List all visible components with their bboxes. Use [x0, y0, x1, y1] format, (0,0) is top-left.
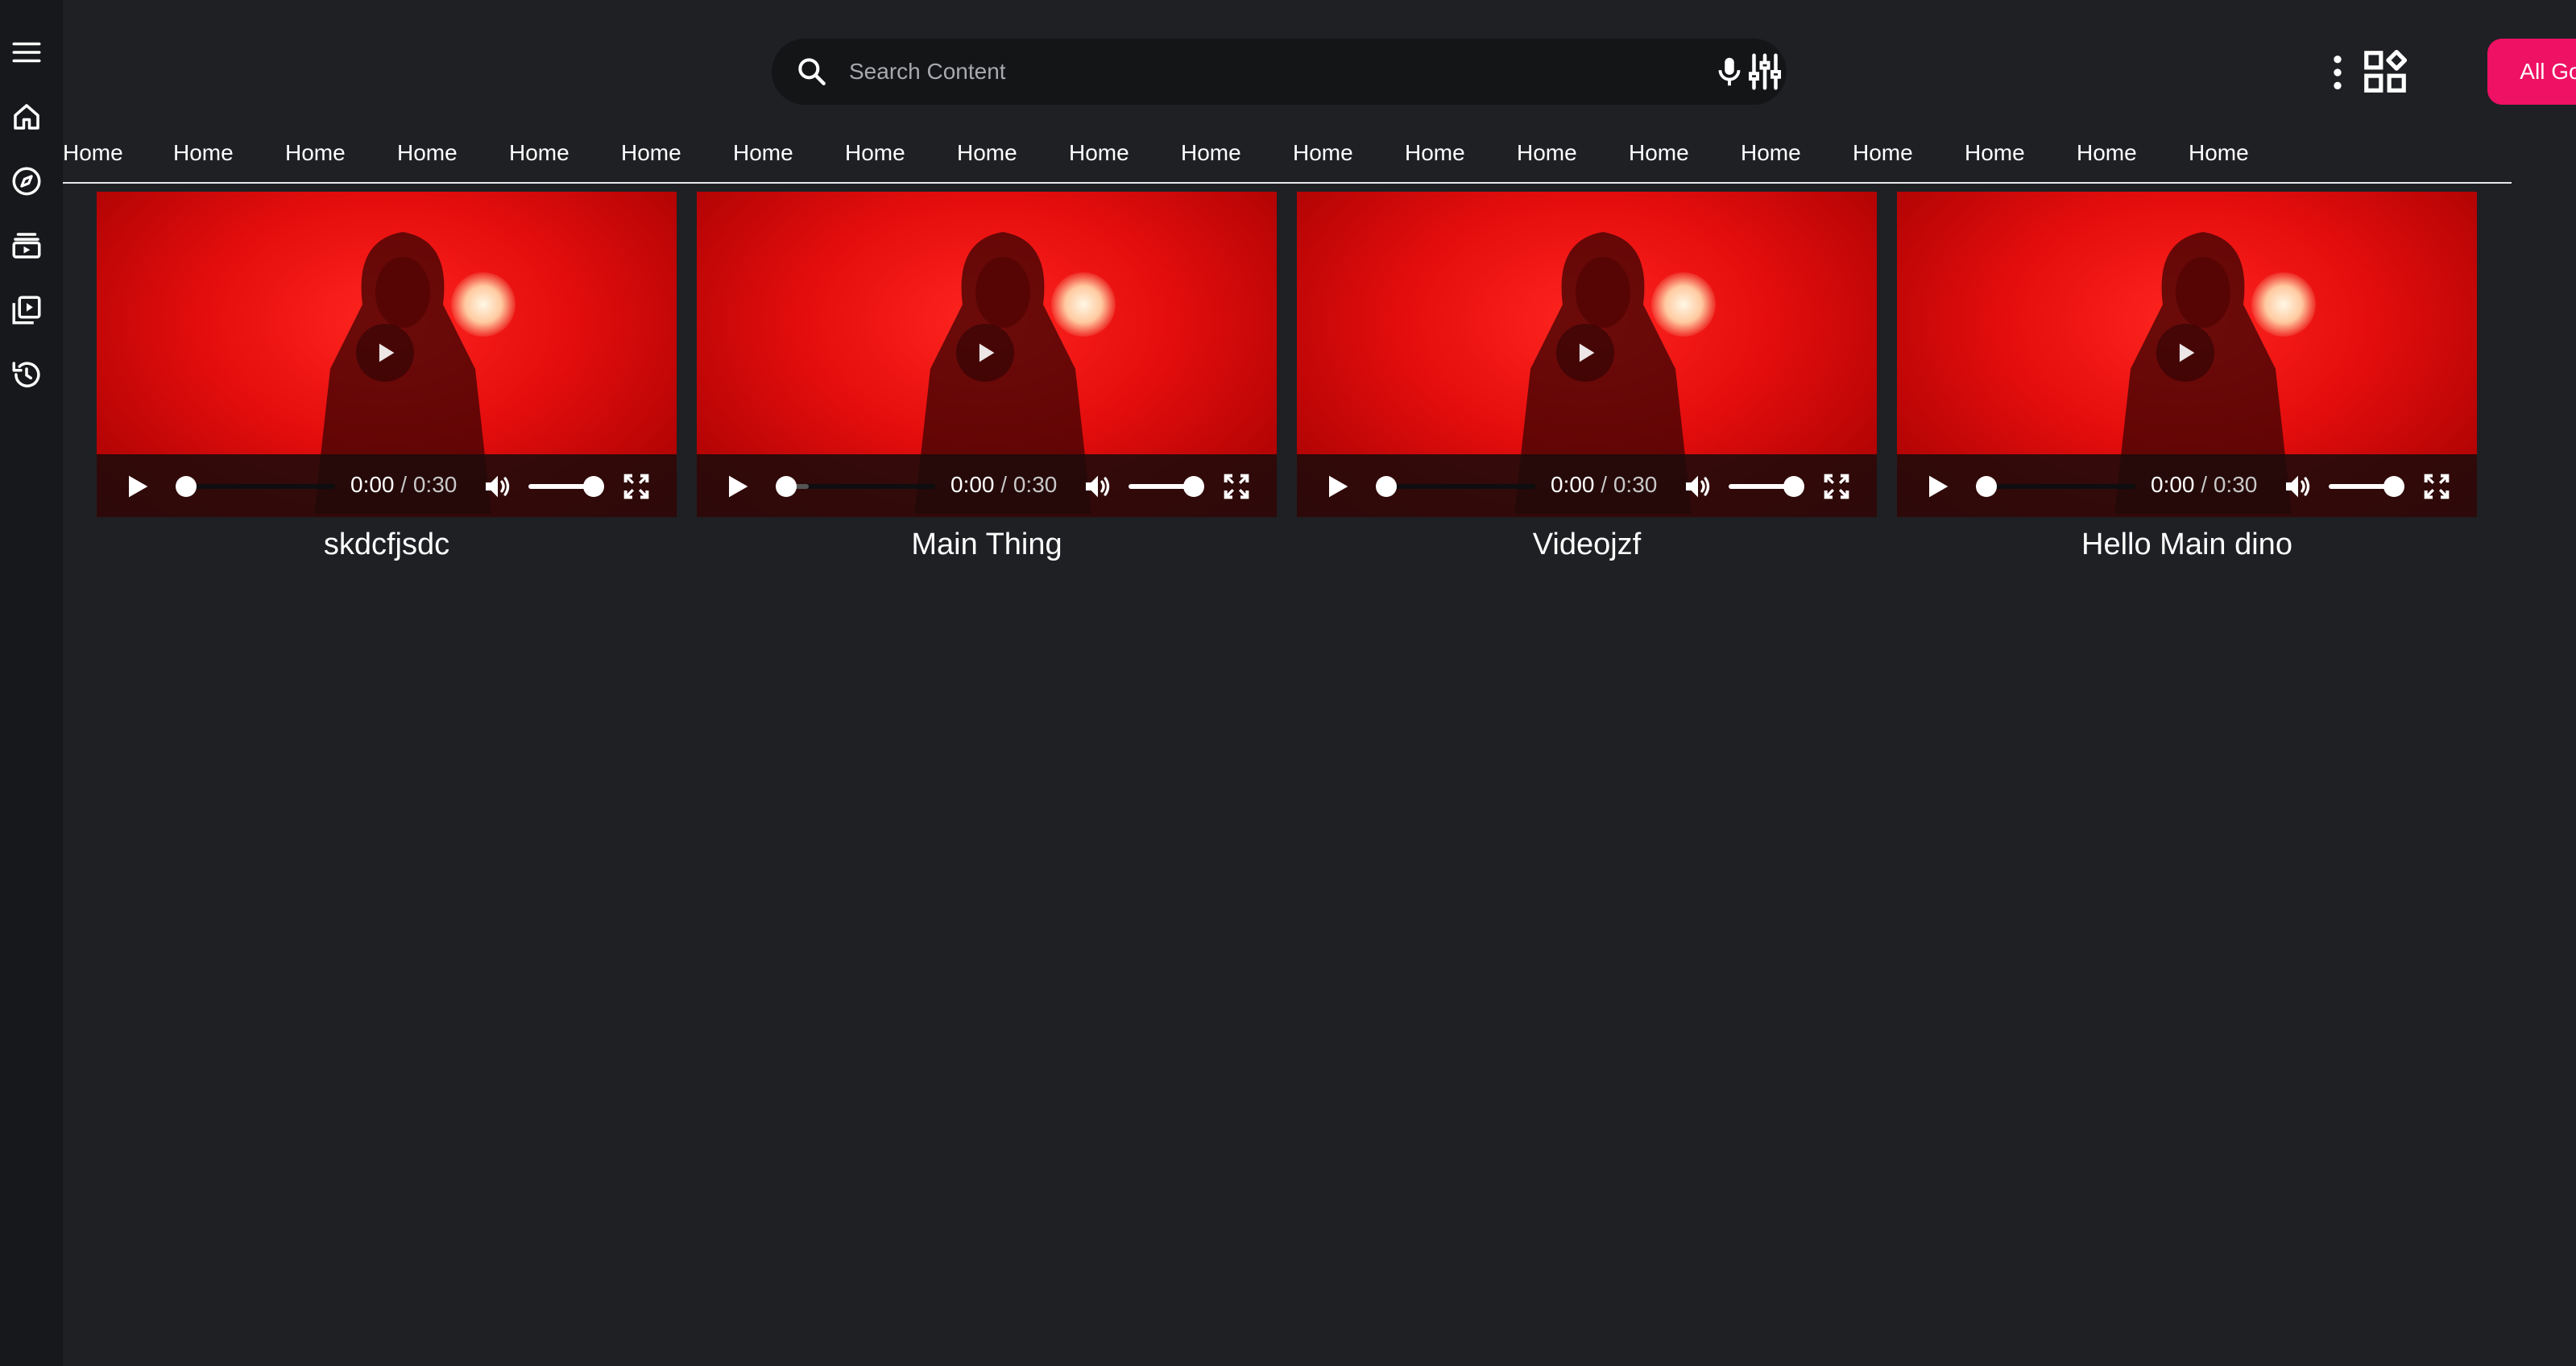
tab-home[interactable]: Home — [1965, 140, 2025, 166]
search-icon[interactable] — [794, 54, 830, 89]
tab-home[interactable]: Home — [1629, 140, 1689, 166]
seek-knob[interactable] — [776, 476, 797, 497]
fullscreen-icon[interactable] — [1220, 470, 1253, 503]
tab-home[interactable]: Home — [1741, 140, 1801, 166]
seek-knob[interactable] — [176, 476, 197, 497]
tab-home[interactable]: Home — [621, 140, 681, 166]
video-card: 0:00 / 0:30 Videojzf — [1297, 192, 1877, 564]
seek-bar[interactable] — [1978, 484, 2135, 489]
video-card: 0:00 / 0:30 Main Thing — [697, 192, 1277, 564]
current-time: 0:00 — [350, 472, 395, 497]
play-icon[interactable] — [1321, 470, 1353, 503]
volume-knob[interactable] — [1183, 476, 1204, 497]
tab-home[interactable]: Home — [397, 140, 458, 166]
video-player[interactable]: 0:00 / 0:30 — [97, 192, 677, 517]
all-good-button[interactable]: All Good — [2487, 39, 2576, 105]
current-time: 0:00 — [1551, 472, 1595, 497]
video-controls: 0:00 / 0:30 — [1897, 454, 2477, 517]
widgets-icon[interactable] — [2360, 47, 2410, 97]
volume-knob[interactable] — [1783, 476, 1804, 497]
fullscreen-icon[interactable] — [1820, 470, 1853, 503]
play-icon[interactable] — [721, 470, 753, 503]
tab-home[interactable]: Home — [845, 140, 905, 166]
play-icon — [1579, 343, 1595, 362]
tab-home[interactable]: Home — [1405, 140, 1465, 166]
search-input[interactable] — [849, 47, 1622, 97]
tab-home[interactable]: Home — [1293, 140, 1353, 166]
play-icon[interactable] — [1921, 470, 1953, 503]
duration: / 0:30 — [1000, 472, 1058, 497]
tab-home[interactable]: Home — [1069, 140, 1129, 166]
video-card: 0:00 / 0:30 Hello Main dino — [1897, 192, 2477, 564]
volume-knob[interactable] — [2383, 476, 2404, 497]
video-controls: 0:00 / 0:30 — [697, 454, 1277, 517]
play-icon — [979, 343, 995, 362]
tab-home[interactable]: Home — [733, 140, 793, 166]
duration: / 0:30 — [1601, 472, 1658, 497]
current-time: 0:00 — [2151, 472, 2195, 497]
volume-icon[interactable] — [2282, 470, 2314, 503]
tab-home[interactable]: Home — [1517, 140, 1577, 166]
center-play-button[interactable] — [2156, 324, 2214, 382]
play-icon — [2179, 343, 2195, 362]
volume-icon[interactable] — [482, 470, 514, 503]
search-bar — [772, 39, 1787, 105]
category-tabs: Home Home Home Home Home Home Home Home … — [63, 137, 2512, 184]
filter-sliders-icon[interactable] — [1743, 50, 1787, 93]
video-player[interactable]: 0:00 / 0:30 — [1297, 192, 1877, 517]
center-play-button[interactable] — [956, 324, 1014, 382]
sidebar — [0, 0, 63, 1366]
duration: / 0:30 — [2201, 472, 2258, 497]
fullscreen-icon[interactable] — [2421, 470, 2453, 503]
current-time: 0:00 — [950, 472, 995, 497]
tab-home[interactable]: Home — [509, 140, 569, 166]
video-card: 0:00 / 0:30 skdcfjsdc — [97, 192, 677, 564]
history-icon[interactable] — [5, 353, 48, 396]
tab-home[interactable]: Home — [2077, 140, 2137, 166]
time-display: 0:00 / 0:30 — [950, 472, 1057, 498]
seek-knob[interactable] — [1976, 476, 1997, 497]
seek-bar[interactable] — [1377, 484, 1535, 489]
video-title[interactable]: skdcfjsdc — [97, 525, 677, 564]
time-display: 0:00 / 0:30 — [350, 472, 457, 498]
video-controls: 0:00 / 0:30 — [1297, 454, 1877, 517]
volume-knob[interactable] — [583, 476, 604, 497]
tab-home[interactable]: Home — [957, 140, 1017, 166]
top-bar: All Good — [63, 0, 2576, 145]
video-title[interactable]: Hello Main dino — [1897, 525, 2477, 564]
play-icon — [379, 343, 395, 362]
tab-home[interactable]: Home — [1181, 140, 1241, 166]
tab-home[interactable]: Home — [2189, 140, 2249, 166]
tab-home[interactable]: Home — [63, 140, 123, 166]
more-vert-icon[interactable] — [2315, 50, 2360, 95]
subscriptions-icon[interactable] — [5, 224, 48, 267]
tab-home[interactable]: Home — [173, 140, 234, 166]
seek-knob[interactable] — [1376, 476, 1397, 497]
center-play-button[interactable] — [356, 324, 414, 382]
play-icon[interactable] — [121, 470, 153, 503]
seek-bar[interactable] — [177, 484, 335, 489]
seek-bar[interactable] — [777, 484, 935, 489]
time-display: 0:00 / 0:30 — [1551, 472, 1657, 498]
video-title[interactable]: Main Thing — [697, 525, 1277, 564]
compass-icon[interactable] — [5, 159, 48, 203]
video-title[interactable]: Videojzf — [1297, 525, 1877, 564]
video-player[interactable]: 0:00 / 0:30 — [697, 192, 1277, 517]
menu-icon[interactable] — [5, 31, 48, 74]
home-icon[interactable] — [5, 95, 48, 139]
tab-home[interactable]: Home — [1853, 140, 1913, 166]
volume-icon[interactable] — [1082, 470, 1114, 503]
time-display: 0:00 / 0:30 — [2151, 472, 2257, 498]
duration: / 0:30 — [400, 472, 458, 497]
tab-home[interactable]: Home — [285, 140, 346, 166]
fullscreen-icon[interactable] — [620, 470, 652, 503]
video-player[interactable]: 0:00 / 0:30 — [1897, 192, 2477, 517]
video-controls: 0:00 / 0:30 — [97, 454, 677, 517]
volume-icon[interactable] — [1682, 470, 1714, 503]
center-play-button[interactable] — [1556, 324, 1614, 382]
library-icon[interactable] — [5, 288, 48, 332]
